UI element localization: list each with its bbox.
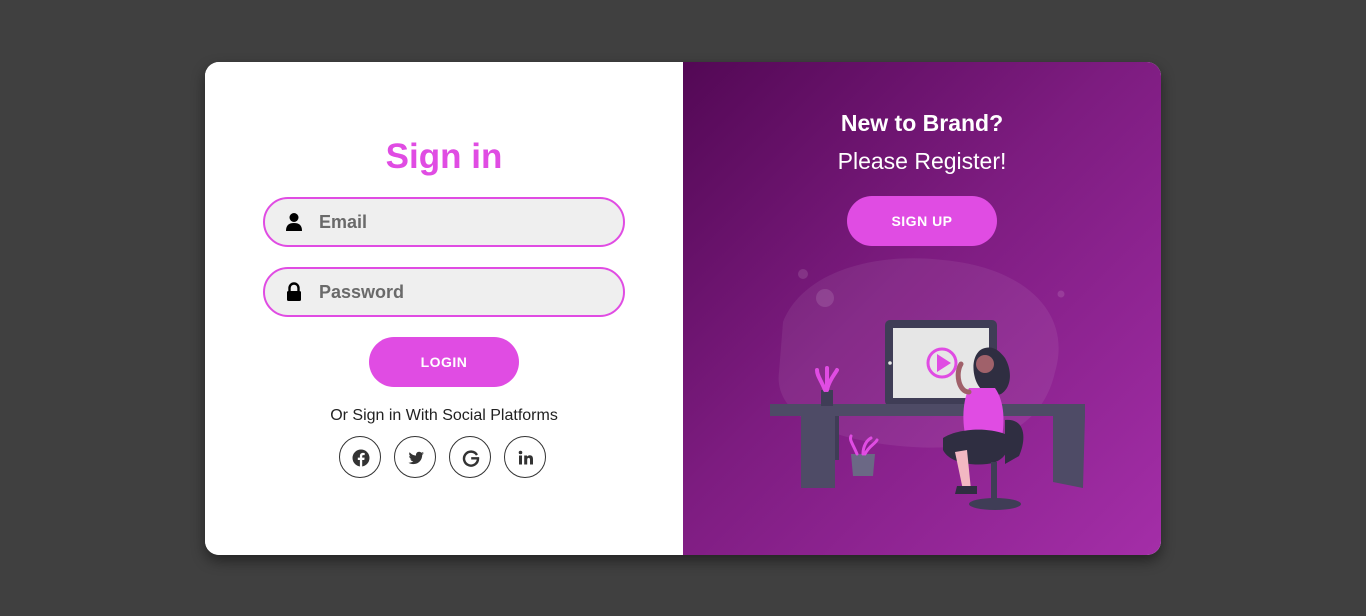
google-button[interactable] — [449, 436, 491, 478]
register-subtitle: Please Register! — [837, 148, 1007, 174]
social-platforms-text: Or Sign in With Social Platforms — [330, 407, 558, 424]
linkedin-button[interactable] — [504, 436, 546, 478]
email-field[interactable] — [263, 197, 625, 247]
facebook-button[interactable] — [339, 436, 381, 478]
login-button[interactable]: LOGIN — [369, 337, 519, 387]
register-panel: New to Brand? Please Register! SIGN UP — [683, 62, 1161, 555]
user-icon — [286, 213, 302, 231]
linkedin-icon — [518, 450, 533, 465]
social-buttons — [339, 436, 551, 480]
password-field[interactable] — [263, 267, 625, 317]
signup-button[interactable]: SIGN UP — [847, 196, 997, 246]
workspace-illustration — [770, 258, 1085, 510]
facebook-icon — [352, 449, 370, 467]
twitter-icon — [408, 451, 424, 465]
twitter-button[interactable] — [394, 436, 436, 478]
google-icon — [462, 450, 480, 467]
signin-panel: Sign in LOGIN Or Sign in With Social Pla… — [205, 62, 683, 555]
signin-title: Sign in — [385, 137, 503, 176]
password-input[interactable] — [319, 269, 609, 315]
email-input[interactable] — [319, 199, 609, 245]
auth-card: Sign in LOGIN Or Sign in With Social Pla… — [205, 62, 1161, 555]
register-title: New to Brand? — [840, 110, 1004, 136]
lock-icon — [287, 282, 301, 301]
